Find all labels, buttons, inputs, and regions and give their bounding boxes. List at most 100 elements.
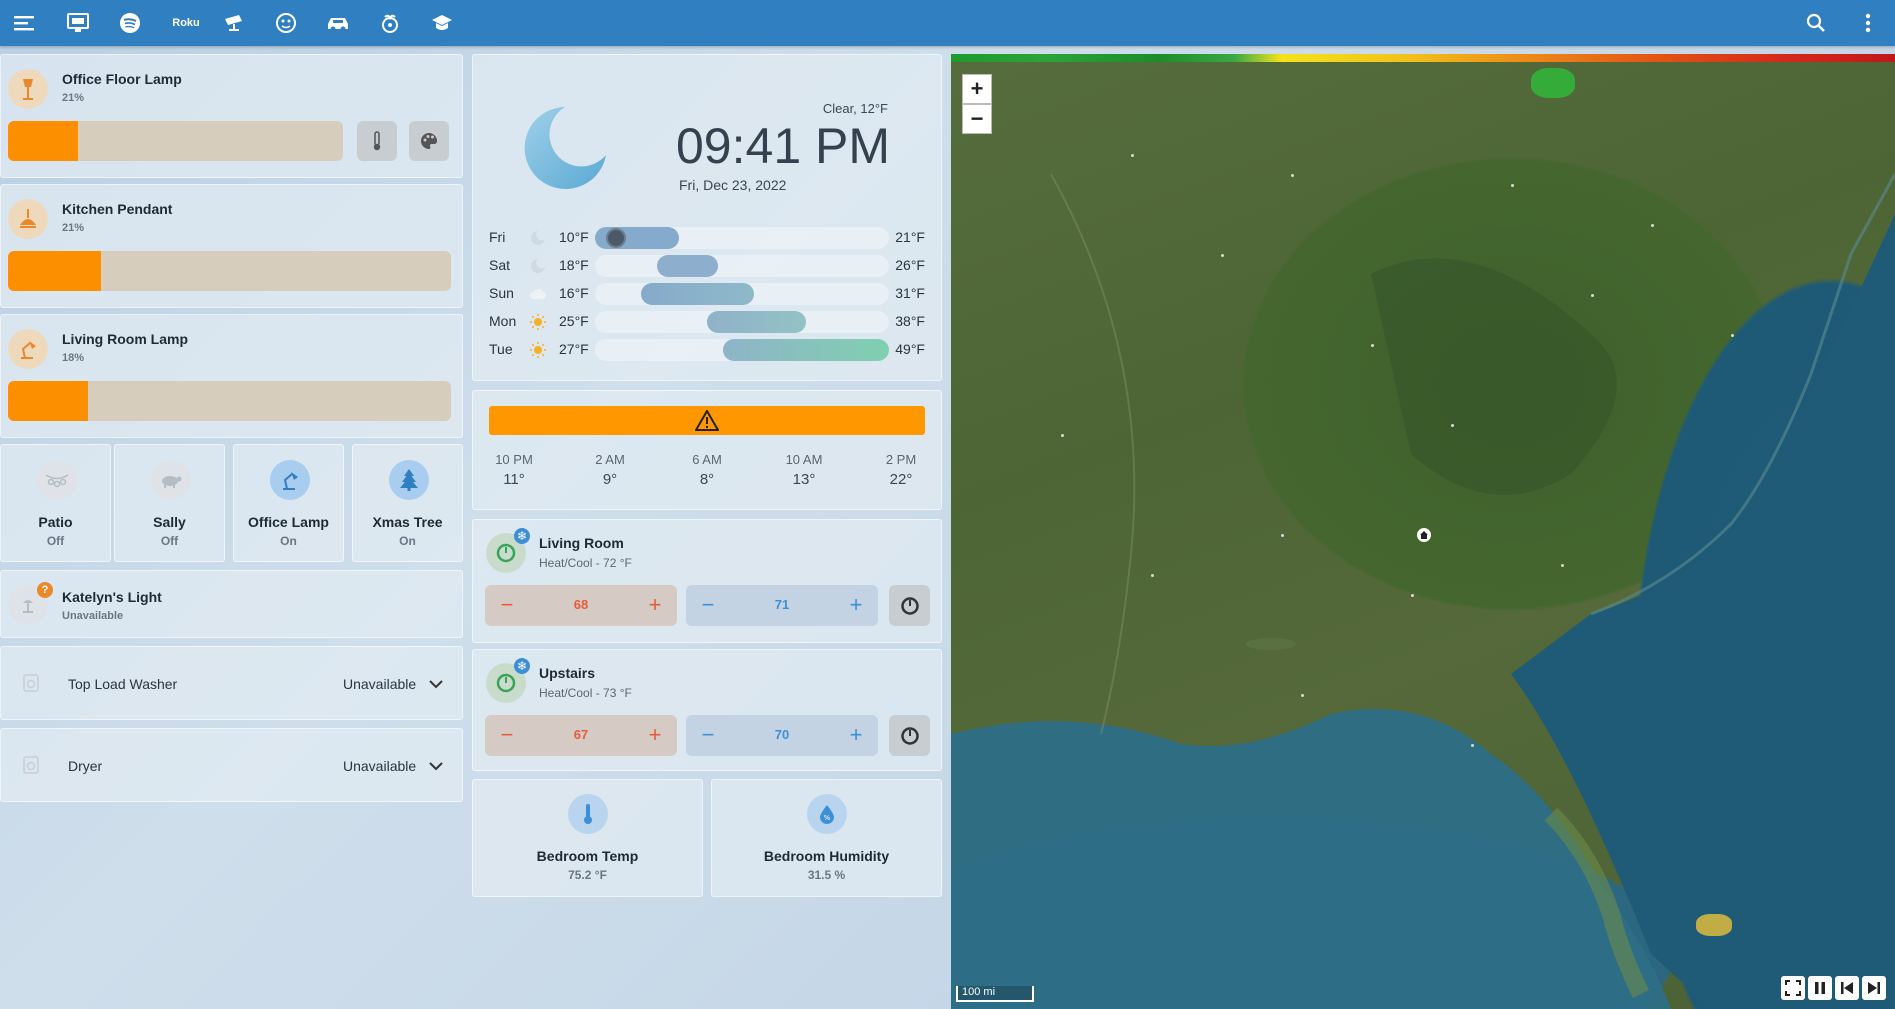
raspberry-pi-icon[interactable]	[374, 7, 406, 39]
brightness-slider[interactable]	[8, 121, 343, 161]
hour-temp: 22°	[889, 471, 913, 488]
forecast-day: Sun	[489, 285, 514, 301]
forecast-low: 10°F	[559, 229, 589, 245]
tile-name: Sally	[153, 514, 186, 530]
map-city-marker	[1511, 184, 1514, 187]
desk-lamp-icon[interactable]	[8, 329, 48, 369]
hour-label: 10 PM	[495, 452, 533, 467]
pause-icon[interactable]	[1808, 976, 1832, 1000]
temp-range-track	[595, 339, 889, 361]
security-camera-icon[interactable]	[218, 7, 250, 39]
car-icon[interactable]	[322, 7, 354, 39]
dryer-card: Dryer Unavailable	[0, 728, 463, 802]
menu-icon[interactable]	[8, 7, 40, 39]
forecast-day: Sat	[489, 257, 511, 273]
map-city-marker	[1371, 344, 1374, 347]
clock-date: Fri, Dec 23, 2022	[679, 177, 787, 193]
appliance-state-select[interactable]: Unavailable	[343, 676, 443, 692]
forecast-day: Tue	[489, 341, 513, 357]
snowflake-badge-icon: ❄	[514, 658, 530, 674]
bedroom-humidity-card[interactable]: % Bedroom Humidity 31.5 %	[711, 779, 942, 897]
chevron-down-icon	[429, 762, 443, 771]
roku-icon[interactable]: Roku	[166, 7, 206, 39]
map-city-marker	[1561, 564, 1564, 567]
xmas-tree-tile[interactable]: Xmas Tree On	[352, 444, 463, 562]
pendant-lamp-icon[interactable]	[8, 199, 48, 239]
current-temp-marker	[606, 228, 626, 248]
cool-setpoint-control: − 71 +	[686, 585, 878, 626]
sally-tile[interactable]: Sally Off	[114, 444, 225, 562]
home-location-icon[interactable]	[1417, 528, 1431, 542]
spotify-icon[interactable]	[114, 7, 146, 39]
color-temp-button[interactable]	[357, 121, 397, 161]
thermostat-mode: Heat/Cool - 72 °F	[539, 556, 632, 570]
tile-name: Patio	[38, 514, 73, 530]
chevron-down-icon	[429, 680, 443, 689]
temp-range-bar	[723, 339, 889, 361]
hour-label: 6 AM	[692, 452, 722, 467]
moon-icon	[531, 231, 545, 245]
hvac-mode-button[interactable]	[889, 715, 930, 756]
washer-icon	[23, 674, 39, 697]
office-lamp-tile[interactable]: Office Lamp On	[233, 444, 344, 562]
hour-label: 2 AM	[595, 452, 625, 467]
appliance-state-select[interactable]: Unavailable	[343, 758, 443, 774]
dryer-icon	[23, 756, 39, 779]
color-palette-button[interactable]	[409, 121, 449, 161]
sensor-value: 75.2 °F	[568, 868, 607, 882]
light-brightness: 21%	[62, 92, 85, 104]
top-app-bar: Roku	[0, 0, 1895, 46]
forecast-low: 16°F	[559, 285, 589, 301]
appliance-state: Unavailable	[343, 758, 417, 774]
radar-map[interactable]	[951, 54, 1895, 1009]
upstairs-thermostat-card: ❄ Upstairs Heat/Cool - 73 °F − 67 + − 70…	[472, 649, 942, 771]
more-options-icon[interactable]	[1852, 7, 1884, 39]
light-brightness: 18%	[62, 352, 85, 364]
svg-text:%: %	[824, 814, 831, 822]
bedroom-temp-card[interactable]: Bedroom Temp 75.2 °F	[472, 779, 703, 897]
heat-increase-button[interactable]: +	[643, 722, 667, 747]
hvac-mode-button[interactable]	[889, 585, 930, 626]
temp-range-track	[595, 227, 889, 249]
map-city-marker	[1651, 224, 1654, 227]
skip-forward-icon[interactable]	[1862, 976, 1886, 1000]
weather-alert-bar[interactable]	[489, 406, 925, 435]
light-name: Katelyn's Light	[62, 589, 162, 605]
zoom-out-button[interactable]: −	[962, 104, 992, 134]
skip-back-icon[interactable]	[1835, 976, 1859, 1000]
cool-increase-button[interactable]: +	[844, 722, 868, 747]
brightness-slider[interactable]	[8, 251, 451, 291]
robot-vacuum-icon[interactable]	[270, 7, 302, 39]
monitor-icon[interactable]	[62, 7, 94, 39]
cool-increase-button[interactable]: +	[844, 592, 868, 617]
brightness-slider[interactable]	[8, 381, 451, 421]
living-room-lamp-card: Living Room Lamp 18%	[0, 314, 463, 438]
zoom-in-button[interactable]: +	[962, 74, 992, 104]
search-icon[interactable]	[1800, 7, 1832, 39]
map-city-marker	[1411, 594, 1414, 597]
living-room-thermostat-card: ❄ Living Room Heat/Cool - 72 °F − 68 + −…	[472, 519, 942, 643]
thermometer-icon	[568, 794, 608, 834]
floor-lamp-icon[interactable]	[8, 69, 48, 109]
cool-setpoint-control: − 70 +	[686, 715, 878, 756]
desk-lamp-icon	[270, 460, 310, 500]
appliance-name: Dryer	[68, 758, 103, 774]
patio-tile[interactable]: Patio Off	[0, 444, 111, 562]
temp-range-track	[595, 255, 889, 277]
heat-increase-button[interactable]: +	[643, 592, 667, 617]
forecast-low: 18°F	[559, 257, 589, 273]
moon-icon	[531, 259, 545, 273]
graduation-icon[interactable]	[426, 7, 458, 39]
map-city-marker	[1151, 574, 1154, 577]
fullscreen-icon[interactable]	[1781, 976, 1805, 1000]
katelyns-light-card[interactable]: ? Katelyn's Light Unavailable	[0, 570, 463, 638]
weather-condition: Clear, 12°F	[822, 101, 888, 116]
unavailable-badge: ?	[37, 582, 53, 598]
snowflake-badge-icon: ❄	[514, 528, 530, 544]
map-city-marker	[1471, 744, 1474, 747]
map-city-marker	[1591, 294, 1594, 297]
sensor-name: Bedroom Humidity	[763, 848, 890, 864]
temp-range-bar	[641, 283, 754, 305]
thermometer-icon	[373, 131, 381, 151]
light-state: Unavailable	[62, 610, 124, 622]
